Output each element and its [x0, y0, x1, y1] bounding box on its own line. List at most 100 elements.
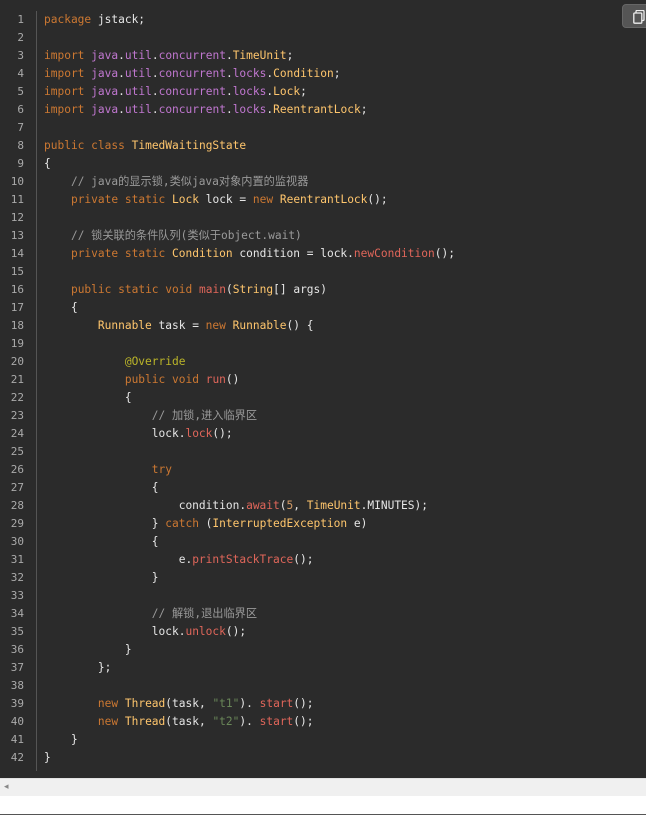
line-number: 37 — [10, 661, 24, 674]
code-token: { — [44, 157, 51, 170]
code-token: @Override — [124, 355, 186, 368]
code-token: . — [118, 85, 125, 98]
code-token: Thread — [124, 697, 166, 710]
code-token: task = — [151, 319, 206, 332]
code-token: { — [44, 481, 159, 494]
line-number: 7 — [17, 121, 24, 134]
line-number: 14 — [10, 247, 24, 260]
code-line: new Thread(task, "t2"). start(); — [44, 713, 646, 731]
code-token: printStackTrace — [192, 553, 294, 566]
code-token: ; — [360, 103, 368, 116]
code-token: . — [225, 49, 233, 62]
code-token: ReentrantLock — [279, 193, 368, 206]
code-token: } — [44, 733, 78, 746]
code-line: { — [44, 155, 646, 173]
code-token: jstack; — [91, 13, 146, 26]
code-token: java — [91, 67, 119, 80]
code-token: . — [118, 103, 125, 116]
code-content[interactable]: package jstack; import java.util.concurre… — [44, 11, 646, 767]
line-number: 42 — [10, 751, 24, 764]
line-number: 9 — [17, 157, 24, 170]
code-token: public — [124, 373, 166, 386]
line-number: 18 — [10, 319, 24, 332]
code-token: (); — [293, 715, 314, 728]
code-token: ( — [279, 499, 287, 512]
code-token: "t2" — [212, 715, 240, 728]
line-number: 16 — [10, 283, 24, 296]
code-token: java — [91, 103, 119, 116]
code-line: { — [44, 299, 646, 317]
line-number: 23 — [10, 409, 24, 422]
code-token: . — [118, 67, 125, 80]
code-token: ; — [286, 49, 294, 62]
code-token: ). — [239, 697, 260, 710]
code-block: 1 2 3 4 5 6 7 8 9 10 11 12 13 14 15 16 17 18 19 20 21 22 23 24 2… — [0, 0, 646, 778]
code-line: private static Condition condition = loc… — [44, 245, 646, 263]
code-token: Condition — [273, 67, 334, 80]
code-token: import — [44, 85, 85, 98]
code-token: locks — [232, 103, 267, 116]
line-number: 11 — [10, 193, 24, 206]
code-token: concurrent — [158, 49, 226, 62]
code-token: util — [124, 67, 152, 80]
code-token: (); — [293, 697, 314, 710]
code-token: concurrent — [158, 103, 226, 116]
code-token: { — [44, 391, 132, 404]
code-token: import — [44, 103, 85, 116]
copy-button[interactable] — [622, 4, 646, 28]
code-token: TimedWaitingState — [131, 139, 247, 152]
code-token: . — [151, 85, 159, 98]
code-token: static — [118, 283, 159, 296]
line-number: 24 — [10, 427, 24, 440]
code-line: lock.unlock(); — [44, 623, 646, 641]
code-token: ; — [333, 67, 341, 80]
code-token: . — [118, 49, 125, 62]
code-token: java — [91, 85, 119, 98]
code-line: { — [44, 533, 646, 551]
line-number: 15 — [10, 265, 24, 278]
code-token: . — [151, 49, 159, 62]
code-line: new Thread(task, "t1"). start(); — [44, 695, 646, 713]
code-token: Lock — [172, 193, 199, 206]
line-number: 10 — [10, 175, 24, 188]
code-token: private — [70, 247, 119, 260]
line-number: 4 — [17, 67, 24, 80]
line-number: 35 — [10, 625, 24, 638]
code-token: lock = — [198, 193, 253, 206]
code-token: locks — [232, 67, 267, 80]
code-token: . — [225, 103, 233, 116]
line-number: 28 — [10, 499, 24, 512]
line-number: 8 — [17, 139, 24, 152]
code-token: ( — [225, 283, 233, 296]
code-token: start — [259, 697, 294, 710]
line-number: 12 — [10, 211, 24, 224]
horizontal-scrollbar[interactable]: ◂ — [0, 778, 646, 796]
code-line: // 锁关联的条件队列(类似于object.wait) — [44, 227, 646, 245]
line-number-gutter: 1 2 3 4 5 6 7 8 9 10 11 12 13 14 15 16 17 18 19 20 21 22 23 24 2… — [0, 11, 37, 771]
code-line: try — [44, 461, 646, 479]
code-token: import — [44, 67, 85, 80]
scroll-left-arrow-icon[interactable]: ◂ — [4, 782, 9, 792]
code-token: } — [44, 571, 159, 584]
code-token: run — [205, 373, 226, 386]
code-token: ( — [198, 517, 213, 530]
code-token: . — [225, 85, 233, 98]
code-line: condition.await(5, TimeUnit.MINUTES); — [44, 497, 646, 515]
code-token: package — [44, 13, 92, 26]
code-line: } — [44, 731, 646, 749]
code-token: . — [225, 67, 233, 80]
code-token: condition. — [44, 499, 247, 512]
